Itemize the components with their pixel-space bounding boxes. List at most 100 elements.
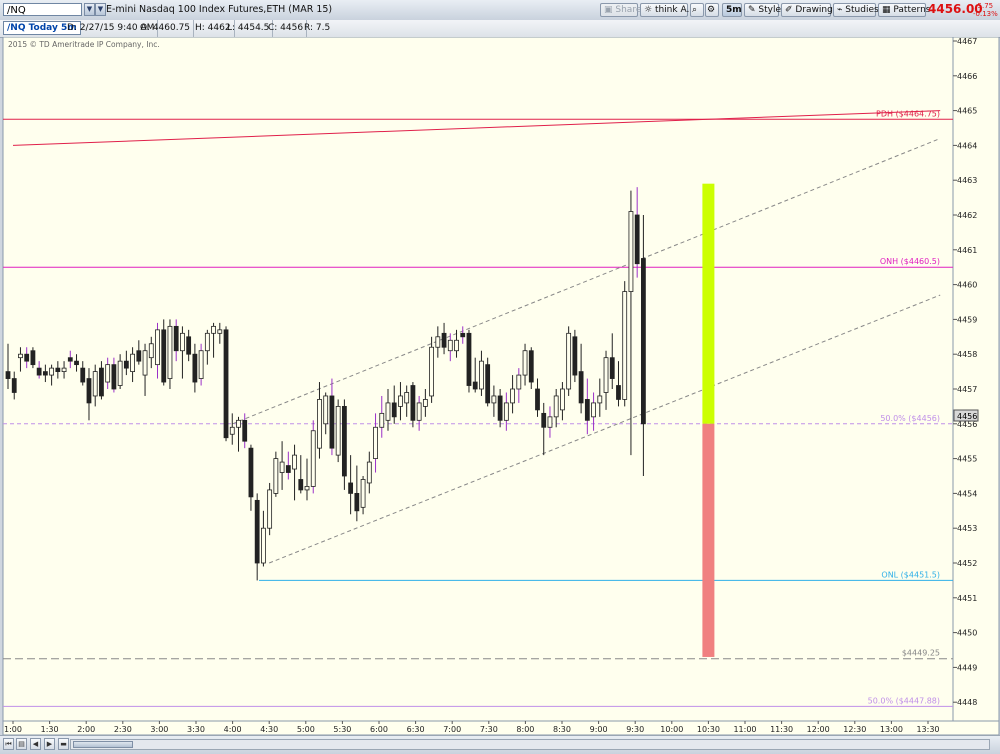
candle-body	[261, 527, 266, 564]
candle-body	[510, 388, 515, 404]
style-icon: ✎	[748, 5, 756, 15]
x-tick-label: 13:30	[916, 725, 939, 734]
candle-body	[18, 353, 23, 359]
timeframe-button[interactable]: 5m	[722, 3, 742, 17]
candle-body	[192, 353, 198, 383]
candle-body	[142, 350, 148, 376]
style-button[interactable]: ✎ Style	[744, 3, 781, 17]
candle-body	[111, 364, 117, 390]
target-zone	[702, 423, 715, 657]
candle-body	[479, 360, 484, 390]
candle-body	[578, 371, 584, 404]
drawings-button[interactable]: ✐ Drawings	[781, 3, 838, 17]
bulb-icon: ☼	[644, 5, 653, 15]
magnifier-button[interactable]: ⌕	[690, 3, 704, 17]
x-tick-label: 12:00	[807, 725, 830, 734]
x-tick-label: 5:00	[297, 725, 315, 734]
gear-icon: ⚙	[707, 5, 716, 15]
studies-icon: ⌁	[837, 5, 843, 15]
candle-body	[180, 332, 185, 352]
bar-range: R: 7.5	[304, 23, 331, 33]
candle-body	[360, 479, 366, 508]
candle-body	[123, 360, 129, 369]
patterns-label: Patterns	[893, 5, 931, 15]
symbol-input[interactable]: /NQ	[3, 3, 82, 16]
x-tick-label: 5:30	[333, 725, 351, 734]
candle-body	[447, 339, 453, 352]
candle-body	[597, 395, 603, 404]
candle-body	[242, 419, 248, 442]
candle-body	[354, 492, 360, 512]
chart-scrollbar[interactable]	[70, 739, 990, 750]
studies-label: Studies	[845, 5, 879, 15]
candle-body	[292, 454, 297, 470]
level-label: ONL ($4451.5)	[881, 570, 940, 579]
x-tick-label: 8:00	[516, 725, 534, 734]
candle-body	[74, 360, 79, 366]
y-tick-label: 4450	[957, 629, 977, 638]
y-tick-label: 4454	[957, 489, 977, 498]
candle-body	[410, 385, 416, 421]
y-tick-label: 4451	[957, 594, 977, 603]
level-label: 50.0% ($4447.88)	[868, 696, 940, 705]
gear-button[interactable]: ⚙	[705, 3, 719, 17]
candle-body	[223, 329, 229, 439]
studies-button[interactable]: ⌁ Studies	[833, 3, 879, 17]
candle-body	[503, 402, 509, 421]
grid-icon[interactable]: ▤	[16, 738, 27, 750]
think-ai-button[interactable]: ☼ think A.I.	[640, 3, 695, 17]
y-tick-label: 4453	[957, 524, 977, 533]
first-icon[interactable]: ⏮	[3, 738, 14, 750]
candle-body	[285, 465, 291, 473]
y-tick-label: 4448	[957, 698, 977, 707]
x-tick-label: 11:30	[770, 725, 793, 734]
candle-body	[248, 447, 254, 498]
price-chart[interactable]: PDH ($4464.75)ONH ($4460.5)50.0% ($4456)…	[0, 37, 1000, 735]
candle-body	[622, 291, 628, 400]
share-button[interactable]: ▣ Share	[600, 3, 642, 17]
y-tick-label: 4464	[957, 141, 977, 150]
y-tick-label: 4459	[957, 315, 977, 324]
price-axis[interactable]	[952, 37, 1000, 722]
candle-body	[560, 388, 565, 411]
net-change-pct: -0.13%	[973, 10, 998, 18]
link-icon[interactable]: ▼	[95, 3, 106, 16]
candle-body	[49, 367, 55, 376]
candle-body	[105, 364, 111, 383]
next-icon[interactable]: ▶	[44, 738, 55, 750]
candle-body	[67, 357, 73, 362]
candle-body	[148, 343, 154, 359]
candle-body	[460, 332, 466, 338]
candle-body	[634, 214, 640, 265]
candle-body	[366, 461, 372, 484]
patterns-button[interactable]: ▦ Patterns	[878, 3, 930, 17]
x-tick-label: 7:30	[480, 725, 498, 734]
candle-body	[497, 395, 503, 421]
y-tick-label: 4467	[957, 37, 977, 46]
share-label: Share	[615, 5, 642, 15]
candle-body	[42, 371, 48, 376]
zoom-icon[interactable]: ▬	[58, 738, 69, 750]
x-tick-label: 3:00	[150, 725, 168, 734]
prev-icon[interactable]: ◀	[30, 738, 41, 750]
candle-body	[472, 381, 478, 390]
x-tick-label: 4:30	[260, 725, 278, 734]
candle-body	[92, 371, 98, 397]
x-tick-label: 6:30	[407, 725, 425, 734]
scrollbar-thumb[interactable]	[73, 741, 133, 748]
candle-body	[11, 378, 17, 393]
candle-body	[535, 388, 540, 411]
x-tick-label: 8:30	[553, 725, 571, 734]
x-tick-label: 9:00	[590, 725, 608, 734]
candle-body	[161, 329, 167, 383]
candle-body	[603, 357, 609, 393]
candle-body	[341, 405, 347, 477]
symbol-dropdown-icon[interactable]: ▼	[84, 3, 95, 16]
candle-body	[167, 325, 173, 379]
candle-body	[204, 332, 210, 352]
navigation-bar: ⏮ ▤ ◀ ▶ ▬	[0, 735, 1000, 754]
candle-body	[404, 392, 410, 404]
candle-body	[466, 332, 472, 386]
net-change: -5.75	[975, 2, 994, 10]
candle-body	[616, 385, 621, 400]
